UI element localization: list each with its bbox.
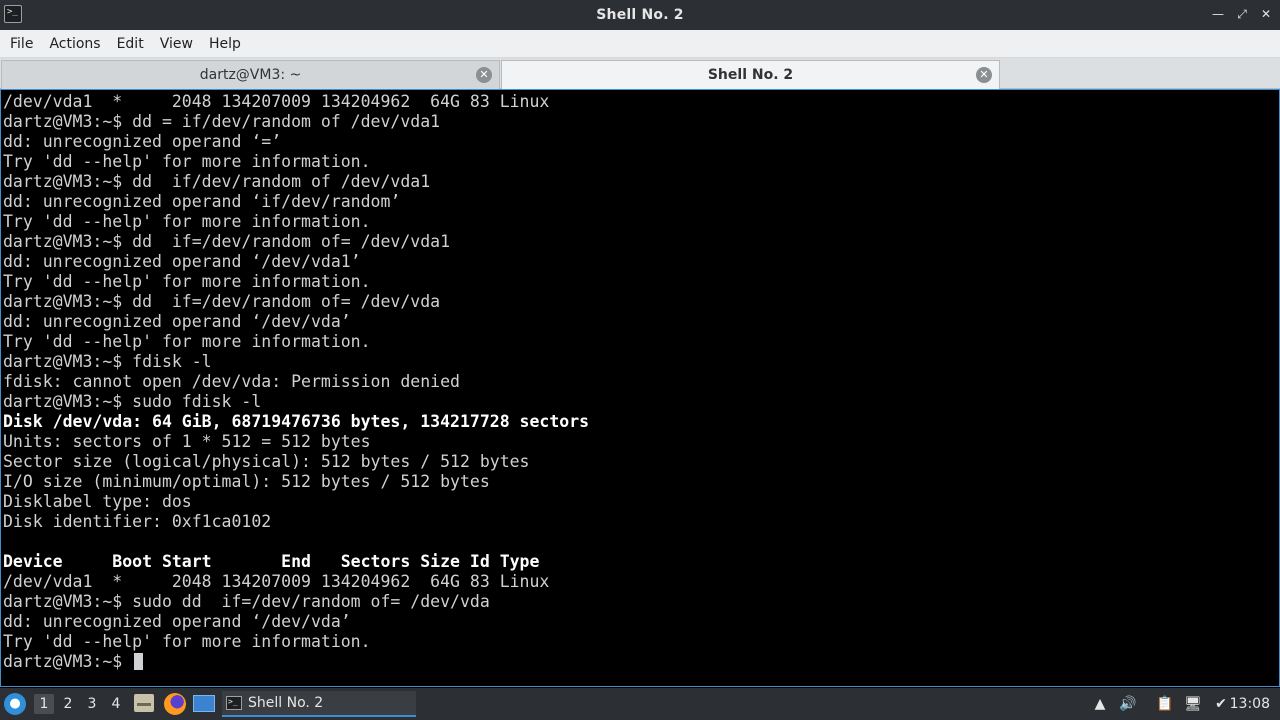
terminal-line: dd: unrecognized operand ‘/dev/vda’ [3, 312, 351, 331]
close-window-button[interactable]: ✕ [1258, 6, 1274, 22]
task-label: Shell No. 2 [248, 695, 324, 711]
terminal-icon: >_ [226, 696, 242, 710]
terminal-line: Disklabel type: dos [3, 492, 192, 511]
menu-actions[interactable]: Actions [41, 36, 108, 52]
taskbar: ● 1 2 3 4 >_ Shell No. 2 ▲ 🔊 📋 🖥 ✔ 13:08 [0, 688, 1280, 720]
terminal-app-icon: >_ [4, 5, 22, 23]
menu-help[interactable]: Help [201, 36, 249, 52]
terminal-cursor [134, 653, 144, 670]
desktop-switch-1[interactable]: 1 [34, 694, 54, 714]
terminal-prompt-line: dartz@VM3:~$ [3, 652, 1279, 672]
network-icon[interactable]: 🖥 [1183, 694, 1203, 714]
tray-arrow-icon[interactable]: ▲ [1090, 694, 1110, 714]
desktop-switch-4[interactable]: 4 [106, 694, 126, 714]
terminal-line: dd: unrecognized operand ‘/dev/vda1’ [3, 252, 361, 271]
terminal-line: Try 'dd --help' for more information. [3, 212, 371, 231]
minimize-button[interactable]: — [1210, 6, 1226, 22]
terminal-line: dartz@VM3:~$ sudo fdisk -l [3, 392, 262, 411]
clock: 13:08 [1229, 696, 1270, 712]
terminal-line: dartz@VM3:~$ sudo dd if=/dev/random of= … [3, 592, 490, 611]
terminal-view[interactable]: /dev/vda1 * 2048 134207009 134204962 64G… [0, 89, 1280, 687]
menu-bar: File Actions Edit View Help [0, 30, 1280, 58]
window-controls: — ⤢ ✕ [1210, 6, 1274, 22]
tab-close-icon[interactable]: ✕ [976, 67, 992, 83]
tab-label: Shell No. 2 [707, 67, 794, 83]
clipboard-icon[interactable]: 📋 [1155, 694, 1175, 714]
terminal-line: Try 'dd --help' for more information. [3, 272, 371, 291]
terminal-line: Sector size (logical/physical): 512 byte… [3, 452, 530, 471]
tab-bar: dartz@VM3: ~ ✕ Shell No. 2 ✕ [0, 58, 1280, 89]
tab-close-icon[interactable]: ✕ [476, 67, 492, 83]
terminal-line: dd: unrecognized operand ‘/dev/vda’ [3, 612, 351, 631]
menu-view[interactable]: View [152, 36, 201, 52]
terminal-line: Try 'dd --help' for more information. [3, 332, 371, 351]
terminal-prompt: dartz@VM3:~$ [3, 652, 133, 671]
window-titlebar[interactable]: >_ Shell No. 2 — ⤢ ✕ [0, 0, 1280, 30]
tab-label: dartz@VM3: ~ [199, 67, 302, 83]
terminal-line: /dev/vda1 * 2048 134207009 134204962 64G… [3, 92, 550, 111]
desktop-switch-2[interactable]: 2 [58, 694, 78, 714]
terminal-line: Try 'dd --help' for more information. [3, 152, 371, 171]
window-title: Shell No. 2 [596, 7, 684, 23]
desktop-switch-3[interactable]: 3 [82, 694, 102, 714]
volume-icon[interactable]: 🔊 [1118, 694, 1138, 714]
maximize-button[interactable]: ⤢ [1234, 6, 1250, 22]
tab-shell-no-2[interactable]: Shell No. 2 ✕ [501, 60, 1000, 89]
start-menu-icon[interactable]: ● [4, 693, 26, 715]
terminal-line: fdisk: cannot open /dev/vda: Permission … [3, 372, 460, 391]
terminal-line: Units: sectors of 1 * 512 = 512 bytes [3, 432, 371, 451]
terminal-line: dartz@VM3:~$ dd if=/dev/random of= /dev/… [3, 292, 441, 311]
terminal-line: dd: unrecognized operand ‘=’ [3, 132, 282, 151]
terminal-line: dd: unrecognized operand ‘if/dev/random’ [3, 192, 401, 211]
menu-file[interactable]: File [2, 36, 41, 52]
update-icon[interactable]: ✔ [1211, 694, 1231, 714]
terminal-line: /dev/vda1 * 2048 134207009 134204962 64G… [3, 572, 550, 591]
terminal-line: Try 'dd --help' for more information. [3, 632, 371, 651]
terminal-output: /dev/vda1 * 2048 134207009 134204962 64G… [3, 92, 1279, 672]
terminal-line: dartz@VM3:~$ dd = if/dev/random of /dev/… [3, 112, 441, 131]
terminal-line: dartz@VM3:~$ fdisk -l [3, 352, 212, 371]
terminal-line: dartz@VM3:~$ dd if/dev/random of /dev/vd… [3, 172, 431, 191]
terminal-line: Device Boot Start End Sectors Size Id Ty… [3, 552, 540, 571]
taskbar-task-shell[interactable]: >_ Shell No. 2 [222, 691, 416, 717]
show-desktop-icon[interactable] [193, 695, 215, 712]
menu-edit[interactable]: Edit [109, 36, 152, 52]
terminal-line: Disk /dev/vda: 64 GiB, 68719476736 bytes… [3, 412, 590, 431]
tab-dartz-vm3[interactable]: dartz@VM3: ~ ✕ [1, 60, 500, 89]
terminal-line: I/O size (minimum/optimal): 512 bytes / … [3, 472, 490, 491]
terminal-line: dartz@VM3:~$ dd if=/dev/random of= /dev/… [3, 232, 451, 251]
terminal-line: Disk identifier: 0xf1ca0102 [3, 512, 272, 531]
firefox-icon[interactable] [164, 693, 186, 715]
file-manager-icon[interactable] [134, 694, 154, 712]
